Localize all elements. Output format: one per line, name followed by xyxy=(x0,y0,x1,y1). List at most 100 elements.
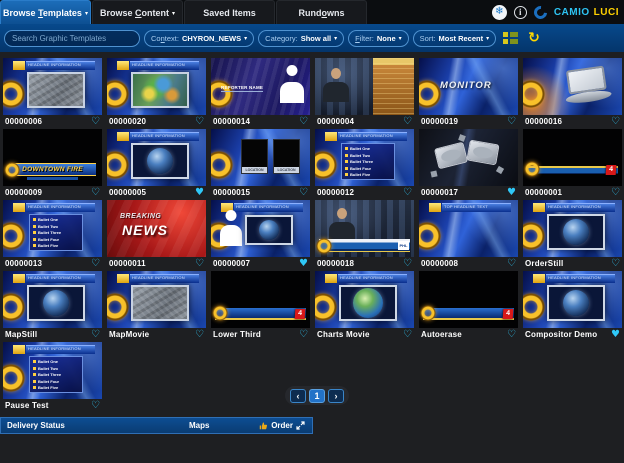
template-card[interactable]: HEADLINE INFORMATION OrderStill ♡ xyxy=(523,200,622,270)
favorite-heart-icon[interactable]: ♡ xyxy=(195,258,204,269)
snowflake-icon[interactable]: ❄ xyxy=(491,4,507,20)
category-dropdown[interactable]: Category: Show all ▾ xyxy=(258,29,345,47)
favorite-heart-icon[interactable]: ♡ xyxy=(611,116,620,127)
template-card[interactable]: 4 Lower Third ♡ xyxy=(211,271,310,341)
next-page-button[interactable]: › xyxy=(328,388,344,403)
search-input[interactable] xyxy=(4,29,140,47)
gold-ring-icon xyxy=(315,149,339,181)
globe-graphic xyxy=(43,290,69,316)
favorite-heart-icon[interactable]: ♡ xyxy=(507,329,516,340)
template-card[interactable]: REPORTER NAME 00000014 ♡ xyxy=(211,58,310,128)
favorite-heart-icon[interactable]: ♡ xyxy=(195,116,204,127)
chart-list-panel xyxy=(373,58,414,115)
template-thumbnail: HEADLINE INFORMATION xyxy=(211,200,310,257)
template-card[interactable]: DOWNTOWN FIRE 00000009 ♡ xyxy=(3,129,102,199)
template-card[interactable]: 4 00000001 ♡ xyxy=(523,129,622,199)
template-name: OrderStill xyxy=(525,259,564,268)
gold-ring-icon xyxy=(107,291,131,323)
filter-dropdown[interactable]: Filter: None ▾ xyxy=(348,29,409,47)
favorite-heart-icon[interactable]: ♥ xyxy=(611,329,620,340)
favorite-heart-icon[interactable]: ♡ xyxy=(403,116,412,127)
template-name: MapStill xyxy=(5,330,38,339)
template-card[interactable]: HEADLINE INFORMATION MapMovie ♡ xyxy=(107,271,206,341)
favorite-heart-icon[interactable]: ♡ xyxy=(91,258,100,269)
template-thumbnail: HEADLINE INFORMATION Bullet One Bullet Two… xyxy=(3,342,102,399)
template-card[interactable]: PHL 00000018 ♡ xyxy=(315,200,414,270)
favorite-heart-icon[interactable]: ♥ xyxy=(299,258,308,269)
favorite-heart-icon[interactable]: ♡ xyxy=(299,187,308,198)
template-card[interactable]: 00000016 ♡ xyxy=(523,58,622,128)
favorite-heart-icon[interactable]: ♡ xyxy=(195,329,204,340)
template-name: 00000011 xyxy=(109,259,146,268)
template-card[interactable]: HEADLINE INFORMATION 00000006 ♡ xyxy=(3,58,102,128)
template-name: Autoerase xyxy=(421,330,462,339)
template-card[interactable]: HEADLINE INFORMATION 00000007 ♥ xyxy=(211,200,310,270)
inset-globe-image xyxy=(547,285,605,321)
maps-label: Maps xyxy=(189,421,210,430)
favorite-heart-icon[interactable]: ♡ xyxy=(299,329,308,340)
inset-globe-image xyxy=(27,285,85,321)
order-button[interactable]: Order xyxy=(259,421,305,430)
view-toggle-icon[interactable] xyxy=(503,32,519,44)
template-card[interactable]: 4 Autoerase ♡ xyxy=(419,271,518,341)
template-card[interactable]: TOP HEADLINE TEXT 00000008 ♡ xyxy=(419,200,518,270)
yellow-bar xyxy=(533,274,545,283)
template-card[interactable]: HEADLINE INFORMATION Bullet One Bullet Two… xyxy=(3,200,102,270)
location-caption: LOCATION xyxy=(242,167,267,173)
template-card[interactable]: 00000017 ♥ xyxy=(419,129,518,199)
template-name: 00000008 xyxy=(421,259,459,268)
card-label-row: Compositor Demo ♥ xyxy=(523,328,622,341)
template-card[interactable]: LOCATION LOCATION 00000015 ♡ xyxy=(211,129,310,199)
info-icon[interactable]: i xyxy=(513,5,527,19)
favorite-heart-icon[interactable]: ♡ xyxy=(611,187,620,198)
favorite-heart-icon[interactable]: ♡ xyxy=(403,187,412,198)
tab-browse-templates[interactable]: Browse Templates ▾ xyxy=(0,0,91,24)
tab-label: Rundowns xyxy=(298,7,345,18)
favorite-heart-icon[interactable]: ♡ xyxy=(403,258,412,269)
headline-bar: HEADLINE INFORMATION xyxy=(26,345,95,354)
globe-graphic xyxy=(259,220,279,240)
template-card[interactable]: HEADLINE INFORMATION 00000005 ♥ xyxy=(107,129,206,199)
filter-toolbar: Context: CHYRON_NEWS ▾ Category: Show al… xyxy=(0,24,624,52)
breaking-text: BREAKING xyxy=(120,213,162,220)
template-card[interactable]: HEADLINE INFORMATION Bullet One Bullet Two… xyxy=(3,342,102,412)
favorite-heart-icon[interactable]: ♡ xyxy=(507,258,516,269)
cube-fragment xyxy=(430,170,438,178)
favorite-heart-icon[interactable]: ♡ xyxy=(299,116,308,127)
tab-browse-content[interactable]: Browse Content ▾ xyxy=(92,0,183,24)
tab-saved-items[interactable]: Saved Items xyxy=(184,0,275,24)
favorite-heart-icon[interactable]: ♡ xyxy=(91,329,100,340)
prev-page-button[interactable]: ‹ xyxy=(290,388,306,403)
refresh-icon[interactable]: ↻ xyxy=(528,31,540,45)
template-thumbnail: MONITOR xyxy=(419,58,518,115)
favorite-heart-icon[interactable]: ♥ xyxy=(195,187,204,198)
favorite-heart-icon[interactable]: ♡ xyxy=(611,258,620,269)
favorite-heart-icon[interactable]: ♡ xyxy=(91,187,100,198)
template-card[interactable]: BREAKING NEWS 00000011 ♡ xyxy=(107,200,206,270)
bullet-dash-icon xyxy=(345,153,348,157)
template-card[interactable]: HEADLINE INFORMATION MapStill ♡ xyxy=(3,271,102,341)
gold-ring-icon xyxy=(3,78,27,110)
headline-bar: TOP HEADLINE TEXT xyxy=(442,203,511,212)
template-card[interactable]: HEADLINE INFORMATION Charts Movie ♡ xyxy=(315,271,414,341)
template-card[interactable]: HEADLINE INFORMATION 00000020 ♡ xyxy=(107,58,206,128)
sort-dropdown[interactable]: Sort: Most Recent ▾ xyxy=(412,29,497,47)
favorite-heart-icon[interactable]: ♡ xyxy=(91,116,100,127)
context-dropdown[interactable]: Context: CHYRON_NEWS ▾ xyxy=(144,29,255,47)
current-page-button[interactable]: 1 xyxy=(309,388,325,403)
template-card[interactable]: MONITOR 00000019 ♡ xyxy=(419,58,518,128)
template-card[interactable]: HEADLINE INFORMATION Compositor Demo ♥ xyxy=(523,271,622,341)
favorite-heart-icon[interactable]: ♡ xyxy=(403,329,412,340)
favorite-heart-icon[interactable]: ♡ xyxy=(91,400,100,411)
favorite-heart-icon[interactable]: ♥ xyxy=(507,187,516,198)
favorite-heart-icon[interactable]: ♡ xyxy=(507,116,516,127)
template-card[interactable]: 00000004 ♡ xyxy=(315,58,414,128)
card-label-row: 00000019 ♡ xyxy=(419,115,518,128)
headline-bar: HEADLINE INFORMATION xyxy=(26,61,95,70)
dropdown-label: Category: xyxy=(265,33,298,43)
expand-icon xyxy=(296,421,305,430)
inset-globe-image xyxy=(339,285,397,321)
template-card[interactable]: HEADLINE INFORMATION Bullet One Bullet Two… xyxy=(315,129,414,199)
delivery-status-bar[interactable]: Delivery Status Maps Order xyxy=(0,417,313,434)
tab-rundowns[interactable]: Rundowns xyxy=(276,0,367,24)
